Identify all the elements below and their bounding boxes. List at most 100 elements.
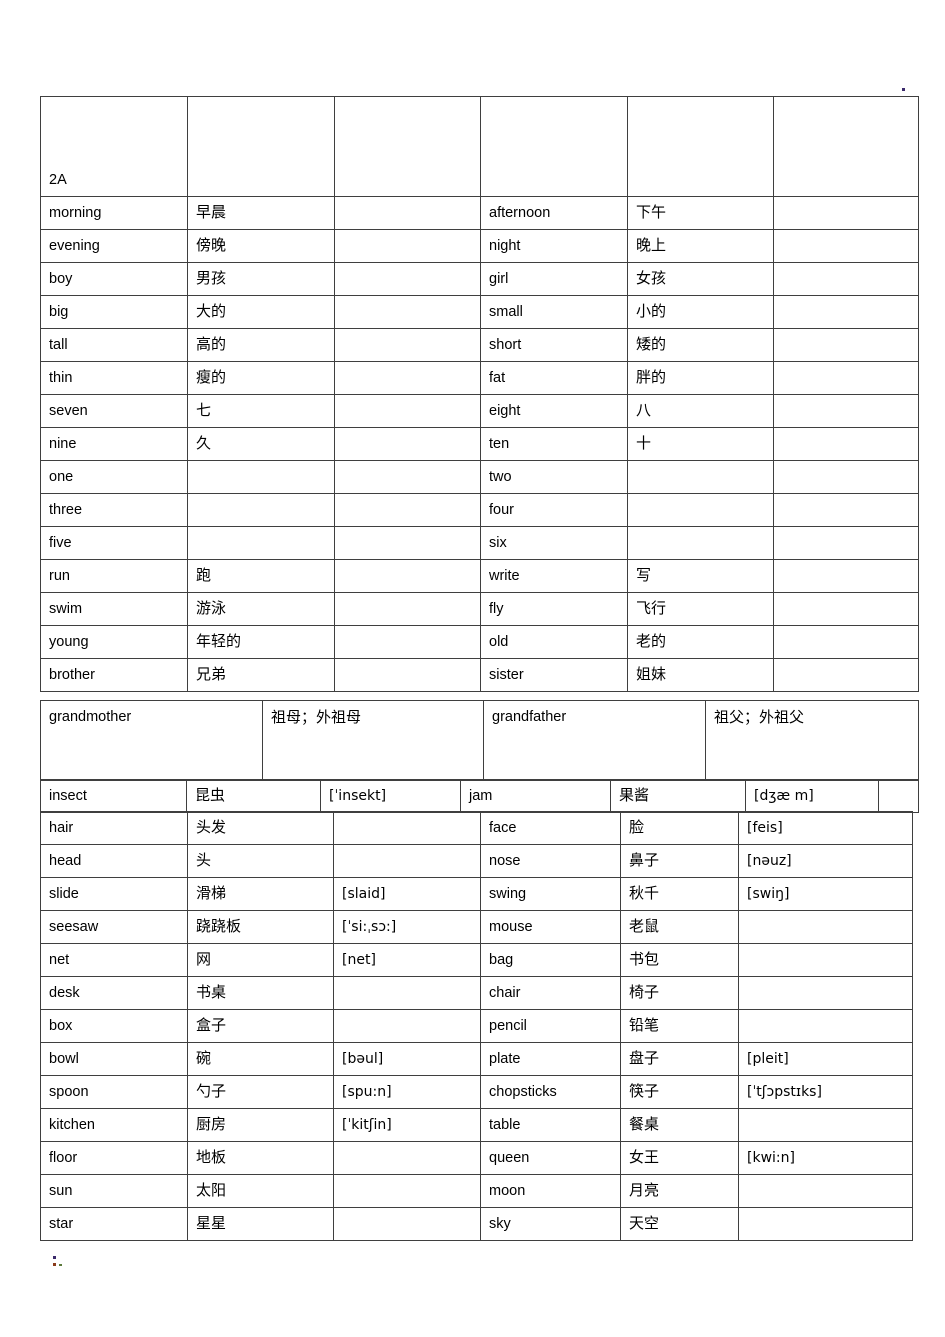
table-row: net 网 [net] bag 书包 — [40, 943, 913, 977]
word-cn-right: 写 — [627, 559, 774, 593]
word-ipa-left — [333, 1009, 481, 1043]
word-ipa-left — [334, 592, 481, 626]
word-en-right: swing — [480, 877, 621, 911]
word-ipa-right — [773, 559, 919, 593]
word-ipa-right — [773, 427, 919, 461]
word-en-left: spoon — [40, 1075, 188, 1109]
word-en-left: brother — [40, 658, 188, 692]
word-cn-left: 跑 — [187, 559, 335, 593]
word-en-right: chopsticks — [480, 1075, 621, 1109]
word-en-right: mouse — [480, 910, 621, 944]
word-en-right: eight — [480, 394, 628, 428]
word-en-left: boy — [40, 262, 188, 296]
word-en-left: evening — [40, 229, 188, 263]
word-ipa-left — [334, 427, 481, 461]
word-en-left: three — [40, 493, 188, 527]
word-en-right: two — [480, 460, 628, 494]
word-cn-right — [627, 526, 774, 560]
word-en-left: sun — [40, 1174, 188, 1208]
header-cell-6 — [773, 96, 919, 197]
word-en-left: morning — [40, 196, 188, 230]
word-cn-left: 勺子 — [187, 1075, 334, 1109]
word-cn-left: 跷跷板 — [187, 910, 334, 944]
header-cell-3 — [334, 96, 481, 197]
scan-artifact-top-right — [902, 88, 905, 91]
word-cn-right: 飞行 — [627, 592, 774, 626]
word-ipa-left: [ˈinsekt] — [320, 779, 461, 813]
word-cn-left — [187, 493, 335, 527]
table-row: thin 瘦的 fat 胖的 — [40, 361, 919, 395]
word-cn-right: 老的 — [627, 625, 774, 659]
word-ipa-left: [ˈsi:ˌsɔ:] — [333, 910, 481, 944]
word-ipa-right — [738, 976, 913, 1010]
word-en-right: pencil — [480, 1009, 621, 1043]
word-ipa-left — [333, 1207, 481, 1241]
table-row: slide 滑梯 [slaid] swing 秋千 [swiŋ] — [40, 877, 913, 911]
word-ipa-left — [334, 295, 481, 329]
word-ipa-right — [738, 1009, 913, 1043]
word-ipa-right — [773, 196, 919, 230]
table-row: morning 早晨 afternoon 下午 — [40, 196, 919, 230]
word-cn-left: 昆虫 — [186, 779, 321, 813]
word-ipa-left: [ˈkitʃin] — [333, 1108, 481, 1142]
table-row: seesaw 跷跷板 [ˈsi:ˌsɔ:] mouse 老鼠 — [40, 910, 913, 944]
word-ipa-right — [773, 361, 919, 395]
word-en-right: jam — [460, 779, 611, 813]
word-cn-right: 书包 — [620, 943, 739, 977]
word-ipa-left — [334, 229, 481, 263]
table-row: boy 男孩 girl 女孩 — [40, 262, 919, 296]
word-en-left: tall — [40, 328, 188, 362]
word-cn-left: 兄弟 — [187, 658, 335, 692]
word-en-left: nine — [40, 427, 188, 461]
word-cn-right: 小的 — [627, 295, 774, 329]
word-cn-right: 十 — [627, 427, 774, 461]
word-cn-right: 祖父；外祖父 — [705, 700, 919, 781]
word-en-right: afternoon — [480, 196, 628, 230]
word-en-left: big — [40, 295, 188, 329]
vocabulary-table-phonetics: hair 头发 face 脸 [feis] head 头 nose 鼻子 [nəuz] slide 滑… — [40, 811, 913, 1241]
word-cn-left: 星星 — [187, 1207, 334, 1241]
word-cn-left: 碗 — [187, 1042, 334, 1076]
table-row: evening 傍晚 night 晚上 — [40, 229, 919, 263]
word-cn-right: 铅笔 — [620, 1009, 739, 1043]
word-cn-right: 女孩 — [627, 262, 774, 296]
word-cn-left: 滑梯 — [187, 877, 334, 911]
word-en-right: table — [480, 1108, 621, 1142]
word-cn-right: 果酱 — [610, 779, 746, 813]
word-extra — [878, 779, 919, 813]
table-row: big 大的 small 小的 — [40, 295, 919, 329]
word-cn-left: 太阳 — [187, 1174, 334, 1208]
word-ipa-right — [773, 262, 919, 296]
word-en-right: girl — [480, 262, 628, 296]
word-en-left: slide — [40, 877, 188, 911]
word-ipa-right — [738, 910, 913, 944]
word-ipa-left — [334, 526, 481, 560]
word-en-right: moon — [480, 1174, 621, 1208]
word-cn-right: 天空 — [620, 1207, 739, 1241]
table-row: bowl 碗 [bəul] plate 盘子 [pleit] — [40, 1042, 913, 1076]
table-row: grandmother 祖母；外祖母 grandfather 祖父；外祖父 — [40, 700, 919, 781]
word-cn-right: 盘子 — [620, 1042, 739, 1076]
word-cn-left: 盒子 — [187, 1009, 334, 1043]
word-ipa-right: [swiŋ] — [738, 877, 913, 911]
word-ipa-right: [kwi:n] — [738, 1141, 913, 1175]
word-ipa-right — [773, 328, 919, 362]
word-cn-right: 餐桌 — [620, 1108, 739, 1142]
word-en-left: floor — [40, 1141, 188, 1175]
word-cn-right: 女王 — [620, 1141, 739, 1175]
word-cn-left: 书桌 — [187, 976, 334, 1010]
word-en-left: box — [40, 1009, 188, 1043]
word-en-right: short — [480, 328, 628, 362]
word-ipa-left — [334, 460, 481, 494]
table-row: three four — [40, 493, 919, 527]
word-ipa-right: [ˈtʃɔpstɪks] — [738, 1075, 913, 1109]
word-en-right: six — [480, 526, 628, 560]
word-cn-right: 姐妹 — [627, 658, 774, 692]
page-label: 2A — [40, 96, 188, 197]
word-cn-right: 脸 — [620, 811, 739, 845]
word-cn-left: 大的 — [187, 295, 335, 329]
table-row: young 年轻的 old 老的 — [40, 625, 919, 659]
word-cn-left: 七 — [187, 394, 335, 428]
word-ipa-right — [773, 658, 919, 692]
word-en-right: night — [480, 229, 628, 263]
